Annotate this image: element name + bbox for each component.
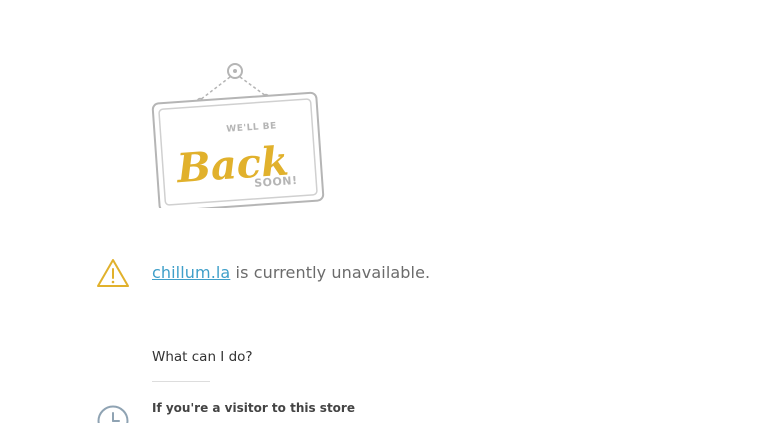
store-domain-link[interactable]: chillum.la: [152, 263, 230, 282]
visitor-section-heading: If you're a visitor to this store: [152, 401, 355, 415]
unavailable-message: chillum.la is currently unavailable.: [152, 263, 430, 282]
back-soon-sign-image: WE'LL BE Back SOON!: [151, 63, 325, 208]
what-can-i-do-heading: What can I do?: [152, 349, 253, 365]
clock-icon: [97, 405, 129, 423]
unavailable-text: is currently unavailable.: [230, 263, 431, 282]
page: WE'LL BE Back SOON! chillum.la is curren…: [0, 0, 777, 423]
warning-triangle-icon: [97, 259, 129, 287]
section-divider: [152, 381, 210, 382]
